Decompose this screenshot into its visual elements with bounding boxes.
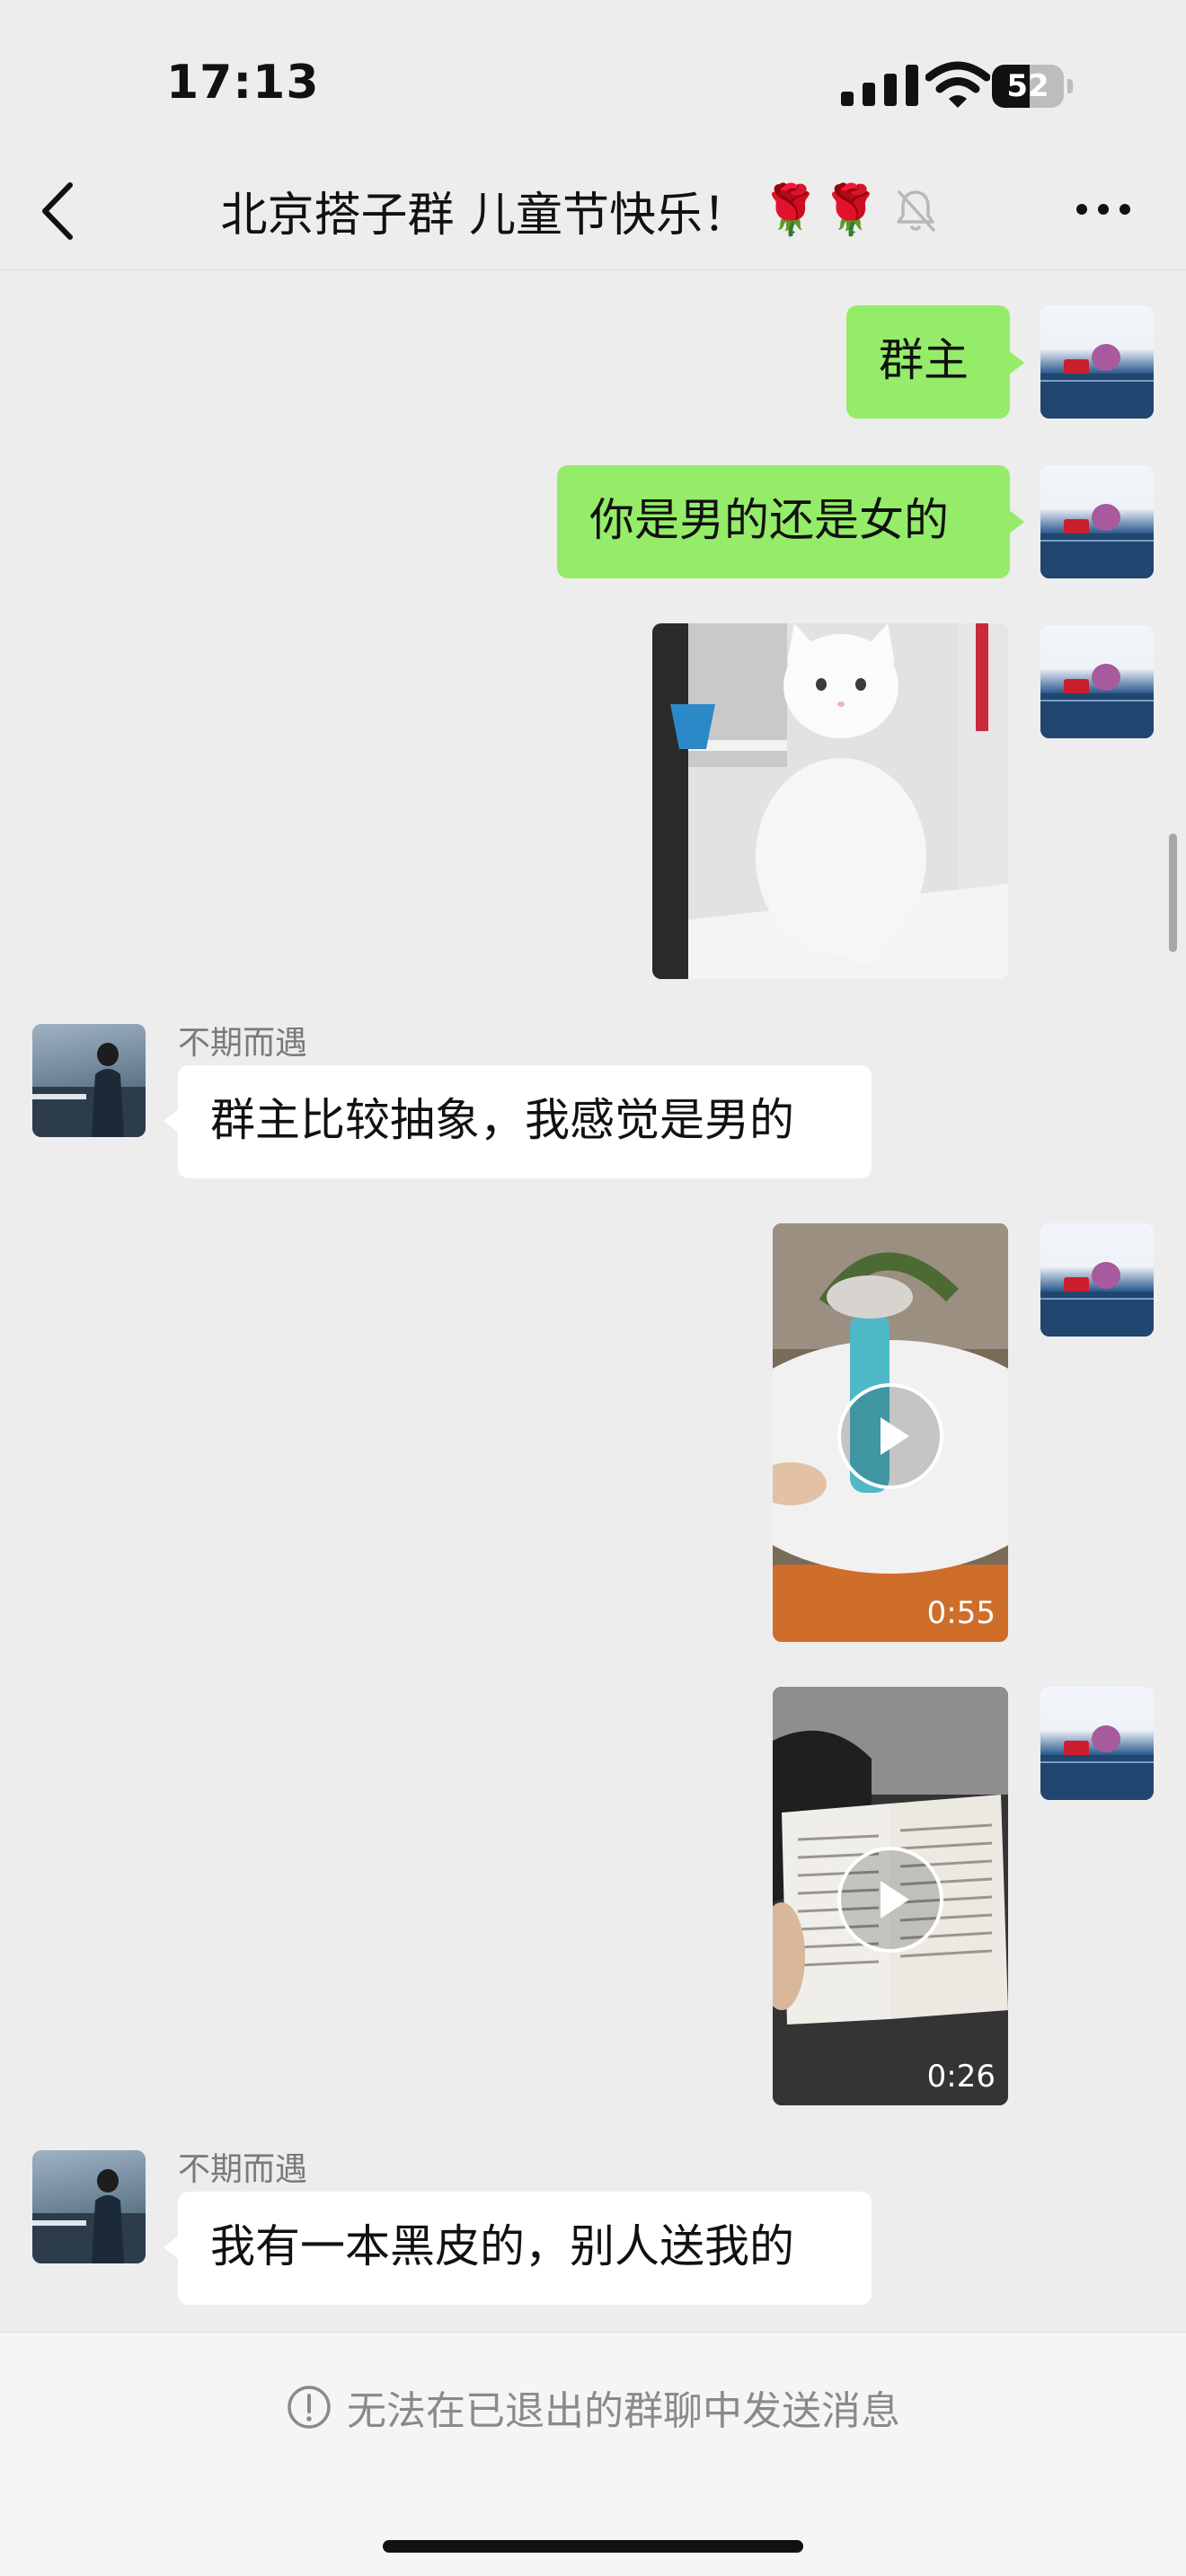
my-avatar[interactable] (1040, 465, 1154, 578)
message-text: 你是男的还是女的 (589, 494, 949, 546)
video-message[interactable]: 0:55 (773, 1223, 1008, 1642)
video-duration: 0:26 (926, 2059, 996, 2095)
my-avatar[interactable] (1040, 1223, 1154, 1337)
battery-icon: 52 (992, 65, 1073, 110)
sender-avatar[interactable] (32, 1024, 146, 1137)
message-text: 群主比较抽象，我感觉是男的 (210, 1094, 794, 1146)
left-group-notice: 无法在已退出的群聊中发送消息 (0, 2378, 1186, 2436)
rose-emoji: 🌹🌹 (760, 181, 881, 238)
sender-avatar[interactable] (32, 2150, 146, 2263)
chat-title-text: 北京搭子群 儿童节快乐！ (220, 188, 750, 243)
scroll-indicator[interactable] (1169, 834, 1177, 952)
video-message[interactable]: 0:26 (773, 1687, 1008, 2105)
home-indicator (383, 2540, 803, 2553)
play-icon[interactable] (837, 1847, 943, 1953)
message-bubble-me[interactable]: 群主 (846, 305, 1010, 419)
my-avatar[interactable] (1040, 1687, 1154, 1800)
header-divider (0, 269, 1186, 270)
battery-level: 52 (1006, 68, 1049, 104)
message-text: 群主 (879, 334, 969, 386)
play-icon[interactable] (837, 1383, 943, 1489)
my-avatar[interactable] (1040, 305, 1154, 419)
message-bubble-other[interactable]: 我有一本黑皮的，别人送我的 (178, 2192, 872, 2305)
more-dots-icon[interactable] (1075, 198, 1132, 221)
mute-bell-icon (896, 190, 935, 232)
chat-title: 北京搭子群 儿童节快乐！ 🌹🌹 (126, 178, 1033, 243)
message-text: 我有一本黑皮的，别人送我的 (210, 2220, 794, 2272)
cat-photo[interactable] (652, 623, 1008, 979)
notice-text: 无法在已退出的群聊中发送消息 (347, 2388, 900, 2434)
status-time: 17:13 (166, 56, 320, 110)
my-avatar[interactable] (1040, 625, 1154, 738)
video-duration: 0:55 (926, 1595, 996, 1631)
sender-name: 不期而遇 (178, 2151, 308, 2188)
back-chevron-icon[interactable] (36, 180, 79, 243)
info-circle-icon (288, 2386, 331, 2429)
wifi-icon (925, 61, 990, 108)
message-bubble-other[interactable]: 群主比较抽象，我感觉是男的 (178, 1065, 872, 1178)
sender-name: 不期而遇 (178, 1025, 308, 1062)
signal-icon (841, 65, 918, 106)
message-bubble-me[interactable]: 你是男的还是女的 (557, 465, 1010, 578)
